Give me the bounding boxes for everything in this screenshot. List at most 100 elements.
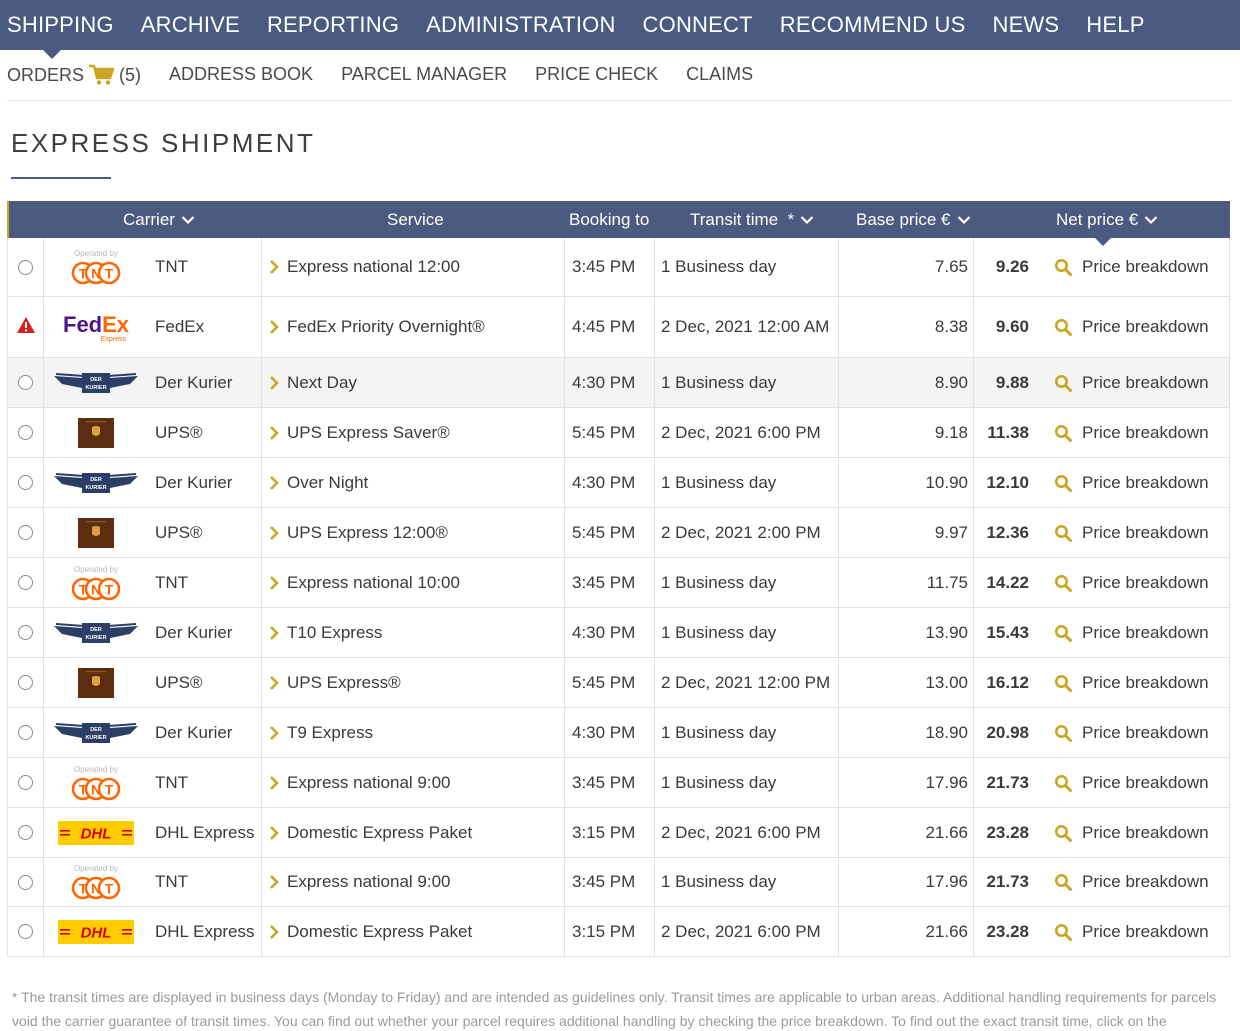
service-name[interactable]: Domestic Express Paket bbox=[269, 907, 472, 956]
nav-administration[interactable]: ADMINISTRATION bbox=[426, 12, 615, 38]
table-row[interactable]: FedEx Express FedEx FedEx Priority Overn… bbox=[7, 297, 1230, 358]
price-breakdown-link[interactable]: Price breakdown bbox=[1054, 458, 1209, 507]
price-breakdown-link[interactable]: Price breakdown bbox=[1054, 708, 1209, 757]
header-base-price[interactable]: Base price € bbox=[856, 201, 971, 238]
svg-text:Express: Express bbox=[101, 336, 127, 343]
magnifier-icon bbox=[1054, 824, 1072, 842]
price-breakdown-link[interactable]: Price breakdown bbox=[1054, 238, 1209, 296]
svg-text:N: N bbox=[91, 781, 101, 797]
price-breakdown-link[interactable]: Price breakdown bbox=[1054, 858, 1209, 906]
service-name[interactable]: T10 Express bbox=[269, 608, 382, 657]
table-row[interactable]: Operated by T N T TNT Express national 9… bbox=[7, 758, 1230, 808]
select-rate-radio[interactable] bbox=[18, 675, 33, 690]
service-name[interactable]: UPS Express® bbox=[269, 658, 401, 707]
table-row[interactable]: DHL DHL Express Domestic Express Paket 3… bbox=[7, 907, 1230, 957]
transit-time: 1 Business day bbox=[661, 358, 776, 407]
subnav-parcel-manager[interactable]: PARCEL MANAGER bbox=[341, 64, 507, 85]
column-divider bbox=[654, 408, 655, 457]
table-row[interactable]: DER KURIER Der Kurier Next Day 4:30 PM 1… bbox=[7, 358, 1230, 408]
nav-archive[interactable]: ARCHIVE bbox=[141, 12, 240, 38]
price-breakdown-link[interactable]: Price breakdown bbox=[1054, 608, 1209, 657]
select-rate-radio[interactable] bbox=[18, 874, 33, 890]
price-breakdown-link[interactable]: Price breakdown bbox=[1054, 808, 1209, 857]
select-rate-radio[interactable] bbox=[18, 775, 33, 790]
select-rate-radio[interactable] bbox=[18, 375, 33, 390]
price-breakdown-link[interactable]: Price breakdown bbox=[1054, 558, 1209, 607]
select-rate-radio[interactable] bbox=[18, 425, 33, 440]
service-name[interactable]: Express national 9:00 bbox=[269, 758, 451, 807]
column-divider bbox=[838, 558, 839, 607]
table-row[interactable]: DER KURIER Der Kurier T10 Express 4:30 P… bbox=[7, 608, 1230, 658]
nav-shipping[interactable]: SHIPPING bbox=[7, 12, 114, 38]
subnav-claims[interactable]: CLAIMS bbox=[686, 64, 753, 85]
chevron-right-icon bbox=[269, 475, 279, 491]
select-rate-radio[interactable] bbox=[18, 525, 33, 540]
select-rate-radio[interactable] bbox=[18, 575, 33, 590]
shopping-cart-icon bbox=[88, 64, 115, 86]
table-row[interactable]: UPS® UPS Express® 5:45 PM 2 Dec, 2021 12… bbox=[7, 658, 1230, 708]
nav-connect[interactable]: CONNECT bbox=[643, 12, 753, 38]
service-name[interactable]: UPS Express 12:00® bbox=[269, 508, 448, 557]
table-row[interactable]: DER KURIER Der Kurier T9 Express 4:30 PM… bbox=[7, 708, 1230, 758]
select-rate-radio[interactable] bbox=[18, 924, 33, 939]
cell-text: 1 Business day bbox=[661, 572, 777, 592]
service-name[interactable]: Express national 12:00 bbox=[269, 238, 460, 296]
table-row[interactable]: Operated by T N T TNT Express national 1… bbox=[7, 238, 1230, 297]
service-name[interactable]: T9 Express bbox=[269, 708, 373, 757]
chevron-right-icon bbox=[269, 775, 279, 791]
column-divider bbox=[43, 658, 44, 707]
subnav-price-check[interactable]: PRICE CHECK bbox=[535, 64, 658, 85]
header-net-price[interactable]: Net price € bbox=[1056, 201, 1158, 238]
base-price: 17.96 bbox=[848, 858, 968, 906]
table-row[interactable]: DHL DHL Express Domestic Express Paket 3… bbox=[7, 808, 1230, 858]
column-divider bbox=[564, 708, 565, 757]
service-name[interactable]: FedEx Priority Overnight® bbox=[269, 297, 485, 357]
header-carrier[interactable]: Carrier bbox=[123, 201, 195, 238]
select-rate-radio[interactable] bbox=[18, 725, 33, 740]
svg-text:DER: DER bbox=[90, 377, 102, 383]
service-name[interactable]: Next Day bbox=[269, 358, 357, 407]
table-row[interactable]: Operated by T N T TNT Express national 1… bbox=[7, 558, 1230, 608]
nav-recommend-us[interactable]: RECOMMEND US bbox=[780, 12, 966, 38]
select-rate-radio[interactable] bbox=[18, 625, 33, 640]
price-breakdown-link[interactable]: Price breakdown bbox=[1054, 297, 1209, 357]
table-row[interactable]: DER KURIER Der Kurier Over Night 4:30 PM… bbox=[7, 458, 1230, 508]
service-name[interactable]: Express national 9:00 bbox=[269, 858, 451, 906]
service-name[interactable]: UPS Express Saver® bbox=[269, 408, 450, 457]
column-divider bbox=[261, 458, 262, 507]
column-divider bbox=[838, 458, 839, 507]
cell-text: TNT bbox=[155, 872, 189, 891]
select-rate-radio[interactable] bbox=[18, 825, 33, 840]
price-breakdown-link[interactable]: Price breakdown bbox=[1054, 758, 1209, 807]
column-divider bbox=[564, 907, 565, 956]
service-name[interactable]: Express national 10:00 bbox=[269, 558, 460, 607]
column-divider bbox=[564, 238, 565, 296]
price-breakdown-link[interactable]: Price breakdown bbox=[1054, 907, 1209, 956]
subnav-address-book[interactable]: ADDRESS BOOK bbox=[169, 64, 313, 85]
nav-help[interactable]: HELP bbox=[1086, 12, 1144, 38]
active-nav-pointer bbox=[43, 50, 61, 59]
table-row[interactable]: Operated by T N T TNT Express national 9… bbox=[7, 858, 1230, 907]
cell-text: Express national 10:00 bbox=[287, 572, 460, 592]
cell-text: Price breakdown bbox=[1082, 672, 1209, 692]
booking-time: 4:30 PM bbox=[572, 458, 635, 507]
price-breakdown-link[interactable]: Price breakdown bbox=[1054, 508, 1209, 557]
table-row[interactable]: UPS® UPS Express 12:00® 5:45 PM 2 Dec, 2… bbox=[7, 508, 1230, 558]
header-transit-time[interactable]: Transit time * bbox=[690, 201, 814, 238]
column-divider bbox=[654, 907, 655, 956]
select-rate-radio[interactable] bbox=[18, 259, 33, 275]
service-name[interactable]: Domestic Express Paket bbox=[269, 808, 472, 857]
nav-reporting[interactable]: REPORTING bbox=[267, 12, 399, 38]
price-breakdown-link[interactable]: Price breakdown bbox=[1054, 408, 1209, 457]
column-divider bbox=[261, 907, 262, 956]
price-breakdown-link[interactable]: Price breakdown bbox=[1054, 658, 1209, 707]
subnav-orders[interactable]: ORDERS (5) bbox=[7, 64, 141, 86]
select-rate-radio[interactable] bbox=[18, 475, 33, 490]
nav-news[interactable]: NEWS bbox=[992, 12, 1059, 38]
service-name[interactable]: Over Night bbox=[269, 458, 368, 507]
chevron-right-icon bbox=[269, 625, 279, 641]
price-breakdown-link[interactable]: Price breakdown bbox=[1054, 358, 1209, 407]
svg-text:DER: DER bbox=[90, 627, 102, 633]
table-row[interactable]: UPS® UPS Express Saver® 5:45 PM 2 Dec, 2… bbox=[7, 408, 1230, 458]
status-cell bbox=[8, 508, 43, 557]
